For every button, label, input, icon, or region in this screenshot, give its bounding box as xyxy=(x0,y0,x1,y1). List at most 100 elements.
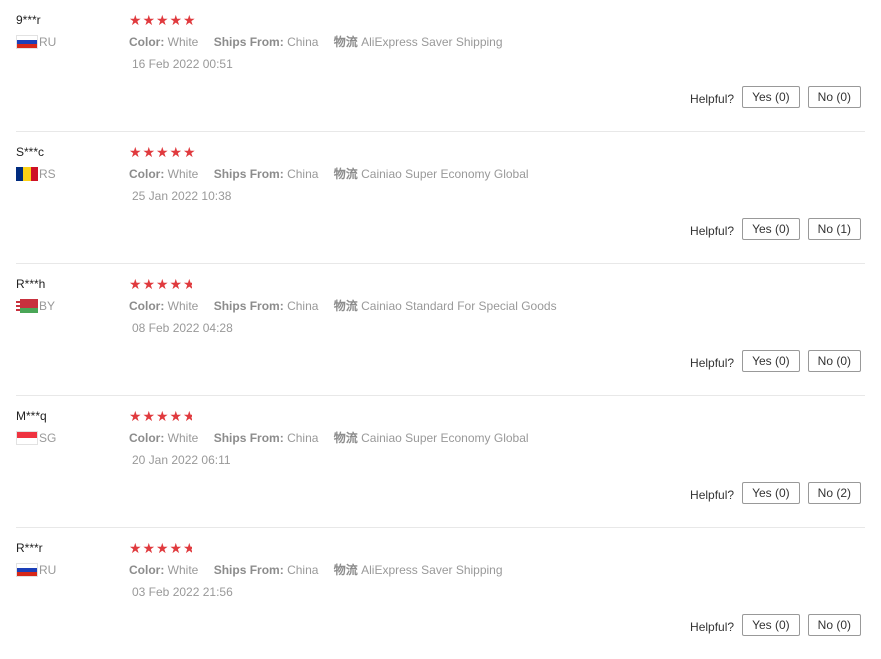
review-date: 16 Feb 2022 00:51 xyxy=(132,57,233,71)
logistics-label: 物流 xyxy=(333,431,358,445)
review-date: 20 Jan 2022 06:11 xyxy=(132,453,231,467)
helpful-label: Helpful? xyxy=(690,356,735,370)
star-icon: ★ xyxy=(169,12,183,28)
logistics-label: 物流 xyxy=(333,299,358,313)
helpful-vote: Helpful? Yes (0) No (0) xyxy=(690,86,861,108)
review-content: ★ ★ ★ ★ ★ Color: White Ships From: China… xyxy=(129,13,829,72)
reviewer-info: R***r RU xyxy=(16,540,126,577)
review-item: S***c RS ★ ★ ★ ★ ★ Color: White Ships Fr… xyxy=(16,132,865,264)
helpful-no-button[interactable]: No (1) xyxy=(807,218,861,240)
review-date: 08 Feb 2022 04:28 xyxy=(132,321,233,335)
reviewer-name: R***h xyxy=(16,277,46,291)
country-code: RU xyxy=(39,35,57,49)
sku-info: Color: White Ships From: China 物流 Cainia… xyxy=(129,298,829,314)
reviewer-country: RS xyxy=(16,167,126,181)
singapore-flag-icon xyxy=(16,431,38,445)
star-icon: ★ xyxy=(169,144,183,160)
review-content: ★ ★ ★ ★ ★ Color: White Ships From: China… xyxy=(129,409,829,468)
review-content: ★ ★ ★ ★ ★ Color: White Ships From: China… xyxy=(129,277,829,336)
logistics-label: 物流 xyxy=(333,563,358,577)
russia-flag-icon xyxy=(16,35,38,49)
review-content: ★ ★ ★ ★ ★ Color: White Ships From: China… xyxy=(129,145,829,204)
helpful-yes-button[interactable]: Yes (0) xyxy=(742,350,800,372)
helpful-no-button[interactable]: No (0) xyxy=(807,350,861,372)
star-icon: ★ xyxy=(129,144,142,160)
country-code: BY xyxy=(39,299,56,313)
review-list: 9***r RU ★ ★ ★ ★ ★ Color: White Ships Fr… xyxy=(0,0,881,659)
star-icon: ★ xyxy=(169,408,183,424)
reviewer-info: M***q SG xyxy=(16,408,126,445)
star-rating: ★ ★ ★ ★ ★ xyxy=(129,145,829,159)
star-icon: ★ xyxy=(129,276,142,292)
romania-flag-icon xyxy=(16,167,38,181)
star-icon: ★ xyxy=(129,408,142,424)
reviewer-country: RU xyxy=(16,35,126,49)
star-icon: ★ xyxy=(142,144,156,160)
color-label: Color: xyxy=(129,563,165,577)
reviewer-info: R***h BY xyxy=(16,276,126,313)
sku-info: Color: White Ships From: China 物流 Cainia… xyxy=(129,166,829,182)
color-value: White xyxy=(167,431,199,445)
sku-info: Color: White Ships From: China 物流 Cainia… xyxy=(129,430,829,446)
helpful-yes-button[interactable]: Yes (0) xyxy=(742,482,800,504)
helpful-label: Helpful? xyxy=(690,620,735,634)
logistics-value: AliExpress Saver Shipping xyxy=(361,35,503,49)
helpful-no-button[interactable]: No (0) xyxy=(807,614,861,636)
review-item: 9***r RU ★ ★ ★ ★ ★ Color: White Ships Fr… xyxy=(16,0,865,132)
color-label: Color: xyxy=(129,167,165,181)
ships-from-value: China xyxy=(287,35,319,49)
country-code: RS xyxy=(39,167,56,181)
color-value: White xyxy=(167,299,199,313)
partial-star-icon: ★ xyxy=(183,277,192,291)
helpful-vote: Helpful? Yes (0) No (1) xyxy=(690,218,861,240)
ships-from-value: China xyxy=(287,167,319,181)
color-value: White xyxy=(167,35,199,49)
ships-from-label: Ships From: xyxy=(213,167,284,181)
star-icon: ★ xyxy=(129,540,142,556)
helpful-vote: Helpful? Yes (0) No (2) xyxy=(690,482,861,504)
helpful-yes-button[interactable]: Yes (0) xyxy=(742,218,800,240)
star-rating: ★ ★ ★ ★ ★ xyxy=(129,277,829,291)
review-content: ★ ★ ★ ★ ★ Color: White Ships From: China… xyxy=(129,541,829,600)
reviewer-name: 9***r xyxy=(16,13,41,27)
logistics-value: Cainiao Super Economy Global xyxy=(361,167,529,181)
review-item: M***q SG ★ ★ ★ ★ ★ Color: White Ships Fr… xyxy=(16,396,865,528)
logistics-value: AliExpress Saver Shipping xyxy=(361,563,503,577)
star-icon: ★ xyxy=(156,540,169,556)
star-icon: ★ xyxy=(169,540,183,556)
ships-from-label: Ships From: xyxy=(213,299,284,313)
country-code: RU xyxy=(39,563,57,577)
star-icon: ★ xyxy=(142,276,156,292)
helpful-label: Helpful? xyxy=(690,488,735,502)
star-rating: ★ ★ ★ ★ ★ xyxy=(129,13,829,27)
helpful-label: Helpful? xyxy=(690,224,735,238)
logistics-value: Cainiao Standard For Special Goods xyxy=(361,299,557,313)
partial-star-icon: ★ xyxy=(183,409,192,423)
helpful-vote: Helpful? Yes (0) No (0) xyxy=(690,614,861,636)
star-icon: ★ xyxy=(156,12,169,28)
reviewer-name: R***r xyxy=(16,541,43,555)
reviewer-info: S***c RS xyxy=(16,144,126,181)
color-label: Color: xyxy=(129,35,165,49)
belarus-flag-icon xyxy=(16,299,38,313)
reviewer-name: S***c xyxy=(16,145,45,159)
ships-from-value: China xyxy=(287,299,319,313)
ships-from-label: Ships From: xyxy=(213,35,284,49)
color-label: Color: xyxy=(129,431,165,445)
star-icon: ★ xyxy=(183,144,196,160)
star-icon: ★ xyxy=(156,408,169,424)
sku-info: Color: White Ships From: China 物流 AliExp… xyxy=(129,562,829,578)
ships-from-label: Ships From: xyxy=(213,431,284,445)
ships-from-value: China xyxy=(287,563,319,577)
star-icon: ★ xyxy=(169,276,183,292)
partial-star-icon: ★ xyxy=(183,541,192,555)
helpful-yes-button[interactable]: Yes (0) xyxy=(742,86,800,108)
helpful-no-button[interactable]: No (2) xyxy=(807,482,861,504)
reviewer-country: BY xyxy=(16,299,126,313)
star-icon: ★ xyxy=(142,540,156,556)
color-value: White xyxy=(167,167,199,181)
helpful-no-button[interactable]: No (0) xyxy=(807,86,861,108)
helpful-vote: Helpful? Yes (0) No (0) xyxy=(690,350,861,372)
helpful-yes-button[interactable]: Yes (0) xyxy=(742,614,800,636)
star-icon: ★ xyxy=(156,276,169,292)
